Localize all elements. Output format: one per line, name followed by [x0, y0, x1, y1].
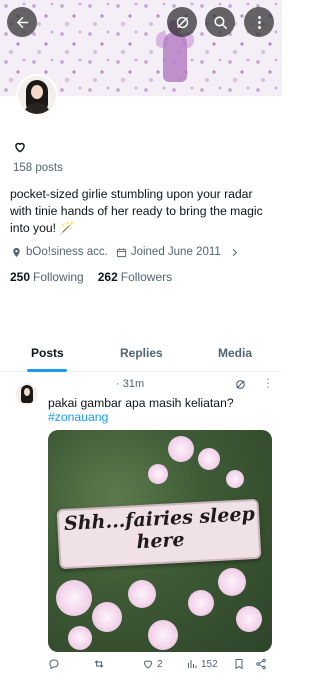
tab-media[interactable]: Media [218, 346, 252, 360]
heart-icon [15, 142, 25, 153]
views-icon [188, 660, 197, 668]
tweet-image[interactable]: Shh...fairies sleep here [48, 430, 272, 652]
more-vertical-icon [257, 15, 261, 29]
active-tab-indicator [27, 369, 67, 372]
hashtag-link[interactable]: #zonauang [48, 410, 108, 424]
location-item: bOo!siness acc. [11, 246, 108, 258]
calendar-icon [116, 247, 126, 257]
grok-button[interactable] [167, 7, 197, 37]
profile-tabs: Posts Replies Media [0, 340, 282, 372]
like-button[interactable]: 2 [142, 658, 163, 670]
tab-replies[interactable]: Replies [120, 346, 163, 360]
reply-icon [49, 659, 59, 670]
search-icon [213, 15, 227, 29]
posts-count: 158 posts [13, 162, 63, 174]
share-button[interactable] [255, 658, 267, 670]
joined-label: Joined June 2011 [130, 246, 221, 258]
views-button[interactable]: 152 [186, 658, 218, 670]
back-button[interactable] [7, 7, 37, 37]
tweet-time[interactable]: · 31m [116, 378, 144, 390]
chevron-right-icon[interactable] [229, 247, 240, 258]
like-count: 2 [157, 658, 163, 670]
profile-avatar[interactable] [16, 74, 58, 116]
tab-posts[interactable]: Posts [31, 346, 64, 360]
heart-icon [143, 660, 153, 669]
grok-icon[interactable] [234, 378, 247, 391]
repost-button[interactable] [93, 658, 105, 670]
bookmark-button[interactable] [233, 658, 245, 670]
grok-icon [176, 16, 188, 28]
profile-meta: bOo!siness acc. Joined June 2011 [11, 246, 240, 258]
tweet-more-icon[interactable]: ⋮ [262, 377, 274, 389]
tweet-actions: 2 152 [0, 658, 282, 676]
arrow-left-icon [16, 16, 28, 28]
reply-button[interactable] [48, 658, 60, 670]
share-icon [256, 658, 266, 670]
tweet-text: pakai gambar apa masih keliatan? [48, 396, 234, 410]
followers-link[interactable]: 262 Followers [98, 270, 172, 284]
follow-stats: 250 Following 262 Followers [10, 270, 172, 284]
search-button[interactable] [205, 7, 235, 37]
profile-bio: pocket-sized girlie stumbling upon your … [10, 187, 263, 235]
following-link[interactable]: 250 Following [10, 270, 84, 284]
views-count: 152 [201, 658, 218, 670]
joined-item: Joined June 2011 [116, 246, 221, 258]
location-label: bOo!siness acc. [26, 246, 108, 258]
tweet-avatar[interactable] [16, 383, 38, 405]
bookmark-icon [235, 659, 243, 670]
location-pin-icon [13, 247, 20, 257]
repost-icon [94, 660, 104, 668]
more-button[interactable] [244, 7, 274, 37]
